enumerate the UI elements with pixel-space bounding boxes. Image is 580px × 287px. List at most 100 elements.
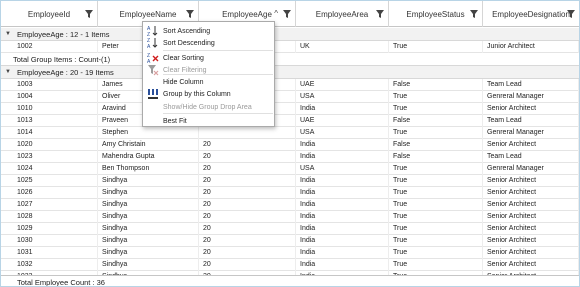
table-cell[interactable]: India: [296, 246, 389, 259]
table-cell[interactable]: True: [389, 126, 483, 139]
table-cell[interactable]: False: [389, 114, 483, 127]
table-cell[interactable]: 20: [199, 234, 296, 247]
table-cell[interactable]: India: [296, 258, 389, 271]
table-cell[interactable]: India: [296, 138, 389, 151]
table-cell[interactable]: False: [389, 150, 483, 163]
table-row[interactable]: 1030 Sindhya 20 India True Senior Architect: [1, 234, 579, 247]
table-cell[interactable]: Senior Architect: [483, 174, 579, 187]
table-cell[interactable]: Senior Architect: [483, 102, 579, 115]
table-cell[interactable]: 20: [199, 198, 296, 211]
table-cell[interactable]: 20: [199, 186, 296, 199]
table-cell[interactable]: Senior Architect: [483, 234, 579, 247]
filter-icon[interactable]: [85, 10, 93, 18]
table-cell[interactable]: Genreral Manager: [483, 90, 579, 103]
table-cell[interactable]: Sindhya: [98, 186, 199, 199]
menu-item-best-fit[interactable]: Best Fit: [143, 115, 274, 127]
group-caption-row[interactable]: ▼ EmployeeAge : 20 - 19 Items: [1, 66, 579, 79]
table-cell[interactable]: India: [296, 210, 389, 223]
menu-item-hide-column[interactable]: Hide Column: [143, 76, 274, 88]
table-cell[interactable]: True: [389, 258, 483, 271]
table-cell[interactable]: Senior Architect: [483, 186, 579, 199]
table-row[interactable]: 1028 Sindhya 20 India True Senior Architect: [1, 210, 579, 223]
table-cell[interactable]: 1029: [1, 222, 98, 235]
table-cell[interactable]: Senior Architect: [483, 198, 579, 211]
table-cell[interactable]: Senior Architect: [483, 210, 579, 223]
table-cell[interactable]: 1026: [1, 186, 98, 199]
table-cell[interactable]: Genreral Manager: [483, 162, 579, 175]
table-cell[interactable]: Senior Architect: [483, 246, 579, 259]
table-cell[interactable]: India: [296, 174, 389, 187]
table-cell[interactable]: True: [389, 40, 483, 53]
table-cell[interactable]: India: [296, 222, 389, 235]
table-row[interactable]: 1031 Sindhya 20 India True Senior Architect: [1, 246, 579, 259]
table-cell[interactable]: True: [389, 234, 483, 247]
table-cell[interactable]: Sindhya: [98, 258, 199, 271]
table-cell[interactable]: 1013: [1, 114, 98, 127]
column-header-employeearea[interactable]: EmployeeArea: [296, 1, 389, 27]
table-cell[interactable]: 1030: [1, 234, 98, 247]
table-cell[interactable]: Team Lead: [483, 78, 579, 91]
table-row[interactable]: 1026 Sindhya 20 India True Senior Architect: [1, 186, 579, 199]
table-cell[interactable]: Sindhya: [98, 174, 199, 187]
table-cell[interactable]: UAE: [296, 114, 389, 127]
table-cell[interactable]: Sindhya: [98, 210, 199, 223]
table-cell[interactable]: Team Lead: [483, 150, 579, 163]
table-cell[interactable]: False: [389, 138, 483, 151]
table-cell[interactable]: 20: [199, 150, 296, 163]
table-cell[interactable]: Genreral Manager: [483, 126, 579, 139]
table-cell[interactable]: 1027: [1, 198, 98, 211]
table-row[interactable]: 1014 Stephen USA True Genreral Manager: [1, 126, 579, 139]
table-cell[interactable]: Ben Thompson: [98, 162, 199, 175]
table-cell[interactable]: [199, 126, 296, 139]
table-cell[interactable]: False: [389, 78, 483, 91]
table-cell[interactable]: 20: [199, 222, 296, 235]
filter-icon[interactable]: [283, 10, 291, 18]
table-cell[interactable]: Team Lead: [483, 114, 579, 127]
table-cell[interactable]: 1032: [1, 258, 98, 271]
table-cell[interactable]: India: [296, 198, 389, 211]
table-cell[interactable]: 1004: [1, 90, 98, 103]
column-header-employeeid[interactable]: EmployeeId: [1, 1, 98, 27]
table-row[interactable]: 1003 James UAE False Team Lead: [1, 78, 579, 91]
table-cell[interactable]: India: [296, 234, 389, 247]
table-cell[interactable]: Senior Architect: [483, 222, 579, 235]
filter-icon[interactable]: [470, 10, 478, 18]
table-cell[interactable]: True: [389, 174, 483, 187]
table-row[interactable]: 1002 Peter UK True Junior Architect: [1, 40, 579, 53]
group-caption-row[interactable]: ▼ EmployeeAge : 12 - 1 Items: [1, 28, 579, 41]
table-row[interactable]: 1032 Sindhya 20 India True Senior Architect: [1, 258, 579, 271]
table-row[interactable]: 1024 Ben Thompson 20 USA True Genreral Manage…: [1, 162, 579, 175]
filter-icon[interactable]: [186, 10, 194, 18]
filter-icon[interactable]: [567, 10, 575, 18]
table-cell[interactable]: Sindhya: [98, 222, 199, 235]
table-cell[interactable]: India: [296, 102, 389, 115]
expand-collapse-icon[interactable]: ▼: [5, 31, 13, 37]
table-cell[interactable]: 1014: [1, 126, 98, 139]
table-row[interactable]: 1027 Sindhya 20 India True Senior Architect: [1, 198, 579, 211]
table-cell[interactable]: Senior Architect: [483, 258, 579, 271]
table-cell[interactable]: 1002: [1, 40, 98, 53]
expand-collapse-icon[interactable]: ▼: [5, 69, 13, 75]
table-cell[interactable]: 1010: [1, 102, 98, 115]
table-row[interactable]: 1013 Praveen UAE False Team Lead: [1, 114, 579, 127]
filter-icon[interactable]: [376, 10, 384, 18]
table-cell[interactable]: Mahendra Gupta: [98, 150, 199, 163]
table-cell[interactable]: 1003: [1, 78, 98, 91]
table-cell[interactable]: India: [296, 150, 389, 163]
menu-item-sort-descending[interactable]: Z A Sort Descending: [143, 37, 274, 49]
table-cell[interactable]: 1024: [1, 162, 98, 175]
table-row[interactable]: 1010 Aravind India True Senior Architect: [1, 102, 579, 115]
table-cell[interactable]: 1023: [1, 150, 98, 163]
table-cell[interactable]: UAE: [296, 78, 389, 91]
column-header-employeedesignation[interactable]: EmployeeDesignation: [483, 1, 579, 27]
table-cell[interactable]: Sindhya: [98, 198, 199, 211]
table-cell[interactable]: Sindhya: [98, 234, 199, 247]
table-row[interactable]: 1029 Sindhya 20 India True Senior Architect: [1, 222, 579, 235]
table-cell[interactable]: True: [389, 246, 483, 259]
table-cell[interactable]: 1020: [1, 138, 98, 151]
table-cell[interactable]: Amy Christain: [98, 138, 199, 151]
table-cell[interactable]: 20: [199, 210, 296, 223]
table-cell[interactable]: India: [296, 186, 389, 199]
table-cell[interactable]: 20: [199, 246, 296, 259]
table-cell[interactable]: 1028: [1, 210, 98, 223]
